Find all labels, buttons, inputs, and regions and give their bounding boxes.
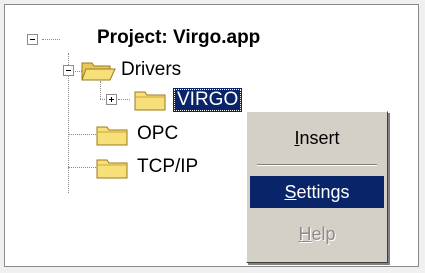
tree-connector xyxy=(100,81,101,99)
closed-folder-icon xyxy=(96,159,128,179)
tree-item-opc[interactable]: OPC xyxy=(137,122,178,146)
tree-item-tcpip[interactable]: TCP/IP xyxy=(137,155,198,179)
tree-item-root[interactable]: Project: Virgo.app xyxy=(97,26,260,50)
menu-item-help-label: elp xyxy=(311,224,336,244)
collapse-icon[interactable] xyxy=(27,34,38,45)
tree-connector xyxy=(42,39,60,40)
collapse-icon[interactable] xyxy=(63,65,74,76)
menu-separator xyxy=(257,164,377,166)
closed-folder-icon xyxy=(96,126,128,146)
context-menu: Insert Settings Help xyxy=(246,111,388,263)
menu-item-settings-accel: S xyxy=(284,182,297,202)
tree-item-drivers[interactable]: Drivers xyxy=(121,58,181,82)
menu-item-insert-label: nsert xyxy=(299,128,340,148)
menu-item-settings[interactable]: Settings xyxy=(250,176,384,208)
menu-item-help-accel: H xyxy=(298,224,312,244)
tree-item-virgo[interactable]: VIRGO xyxy=(173,88,243,112)
expand-icon[interactable] xyxy=(106,94,117,105)
menu-item-help[interactable]: Help xyxy=(250,218,384,250)
menu-item-settings-label: ettings xyxy=(296,182,350,202)
open-folder-icon xyxy=(81,62,116,81)
menu-item-insert[interactable]: Insert xyxy=(250,122,384,154)
closed-folder-icon xyxy=(134,91,166,111)
tree-connector xyxy=(118,99,130,100)
tree-connector xyxy=(68,134,96,135)
tree-connector xyxy=(68,167,96,168)
